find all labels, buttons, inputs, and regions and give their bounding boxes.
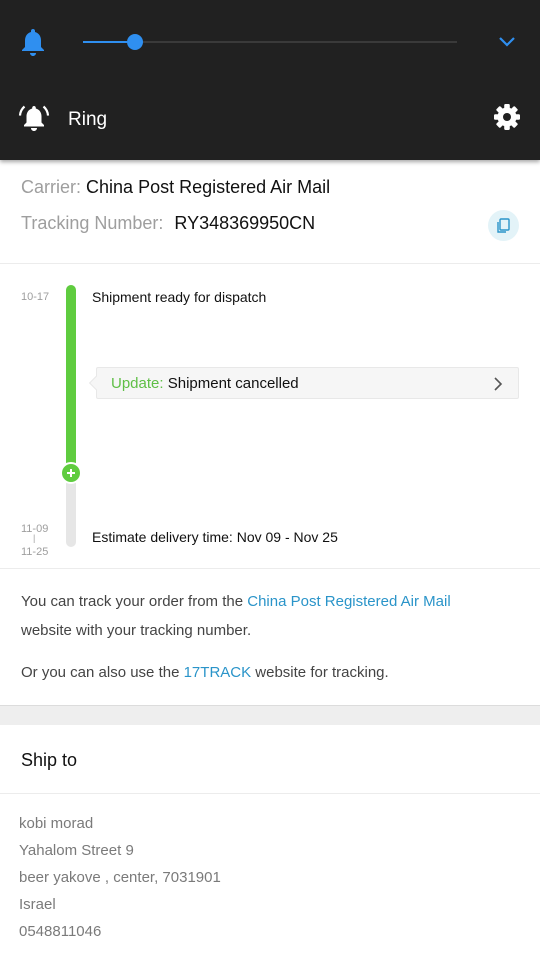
- timeline-progress: [66, 285, 76, 473]
- chevron-down-icon[interactable]: [497, 33, 517, 51]
- timeline-plus-icon: [60, 462, 82, 484]
- info-line-3: Or you can also use the 17TRACK website …: [21, 658, 389, 687]
- slider-thumb[interactable]: [127, 34, 144, 50]
- chevron-right-icon: [494, 377, 503, 391]
- address-country: Israel: [19, 896, 56, 913]
- info-prefix-1: You can track your order from the: [21, 593, 248, 610]
- recipient-phone: 0548811046: [19, 923, 102, 940]
- tracking-label: Tracking Number:: [21, 213, 164, 233]
- ring-bell-icon[interactable]: [18, 102, 50, 134]
- card-pointer: [88, 375, 104, 391]
- end-date-separator: |: [33, 533, 36, 543]
- info-line-1: You can track your order from the China …: [21, 587, 451, 616]
- address-city: beer yakove , center, 7031901: [19, 869, 221, 886]
- volume-row: [0, 0, 540, 84]
- update-card[interactable]: Update: Shipment cancelled: [88, 367, 519, 399]
- volume-panel: Ring: [0, 0, 540, 160]
- bell-icon[interactable]: [19, 27, 47, 57]
- info-suffix-3: website for tracking.: [251, 664, 389, 681]
- gear-icon[interactable]: [493, 103, 521, 131]
- carrier-value: China Post Registered Air Mail: [86, 177, 331, 197]
- carrier-website-link[interactable]: China Post Registered Air Mail: [247, 593, 450, 610]
- start-date: 10-17: [21, 291, 50, 303]
- ring-row: Ring: [0, 84, 540, 160]
- info-line-2: website with your tracking number.: [21, 622, 252, 639]
- copy-icon: [497, 218, 510, 233]
- start-event: Shipment ready for dispatch: [92, 289, 267, 305]
- address-street: Yahalom Street 9: [19, 842, 134, 859]
- update-status: Shipment cancelled: [167, 375, 299, 392]
- info-prefix-3: Or you can also use the: [21, 664, 184, 681]
- ring-mode-label: Ring: [68, 109, 108, 130]
- tracking-line: Tracking Number: RY348369950CN: [21, 213, 315, 234]
- carrier-line: Carrier: China Post Registered Air Mail: [21, 177, 330, 198]
- ship-to-title: Ship to: [21, 750, 78, 770]
- carrier-label: Carrier:: [21, 177, 82, 197]
- 17track-link[interactable]: 17TRACK: [184, 664, 252, 681]
- end-event: Estimate delivery time: Nov 09 - Nov 25: [92, 529, 338, 545]
- divider-shipto: [0, 793, 540, 794]
- divider-mid: [0, 568, 540, 569]
- update-text: Update: Shipment cancelled: [111, 375, 299, 392]
- recipient-name: kobi morad: [19, 815, 94, 832]
- update-label: Update:: [111, 375, 164, 392]
- tracking-number: RY348369950CN: [174, 213, 316, 233]
- end-date-to: 11-25: [21, 546, 49, 558]
- ringer-volume-slider[interactable]: [83, 33, 457, 51]
- divider-top: [0, 263, 540, 264]
- section-separator: [0, 705, 540, 725]
- copy-button[interactable]: [488, 210, 519, 241]
